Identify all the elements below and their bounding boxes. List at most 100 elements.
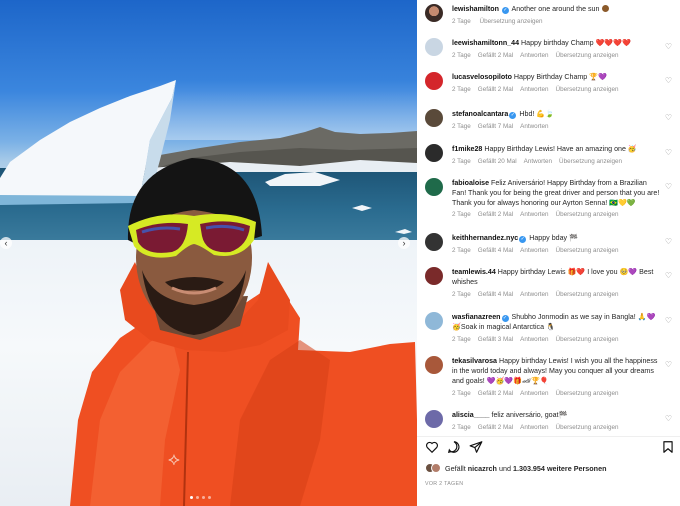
emoji-icon <box>601 5 609 12</box>
avatar[interactable] <box>425 38 443 56</box>
username-link[interactable]: aliscia____ <box>452 411 489 419</box>
caption-text: lewishamilton ✓ Another one around the s… <box>452 4 662 14</box>
translate-link[interactable]: Übersetzung anzeigen <box>556 336 619 343</box>
carousel-dot <box>208 496 211 499</box>
carousel-next-button[interactable]: › <box>398 237 410 249</box>
reply-link[interactable]: Antworten <box>520 86 548 93</box>
divider <box>417 436 680 437</box>
likes-count-link[interactable]: Gefällt 4 Mal <box>478 247 513 254</box>
likes-count-link[interactable]: Gefällt 20 Mal <box>478 158 517 165</box>
heart-icon[interactable]: ♡ <box>665 42 672 51</box>
verified-badge-icon: ✓ <box>501 7 509 14</box>
translate-link[interactable]: Übersetzung anzeigen <box>556 291 619 298</box>
verified-badge-icon: ✓ <box>509 112 517 119</box>
username-link[interactable]: leewishamiltonn_44 <box>452 39 519 47</box>
translate-link[interactable]: Übersetzung anzeigen <box>556 424 619 431</box>
avatar[interactable] <box>425 312 443 330</box>
heart-icon[interactable]: ♡ <box>665 113 672 122</box>
heart-icon[interactable]: ♡ <box>665 360 672 369</box>
reply-link[interactable]: Antworten <box>520 336 548 343</box>
likes-count-link[interactable]: Gefällt 2 Mal <box>478 424 513 431</box>
comment-meta: 2 Tage Gefällt 20 Mal Antworten Übersetzung… <box>452 158 623 165</box>
avatar[interactable] <box>425 233 443 251</box>
verified-badge-icon: ✓ <box>519 236 527 243</box>
username-link[interactable]: lewishamilton <box>452 5 499 13</box>
avatar[interactable] <box>425 178 443 196</box>
comments-list[interactable]: lewishamilton ✓ Another one around the s… <box>417 0 680 436</box>
comment-icon[interactable] <box>447 440 461 454</box>
share-icon[interactable] <box>469 440 483 454</box>
username-link[interactable]: f1mike28 <box>452 145 482 153</box>
likes-summary[interactable]: Gefällt nicazrch und 1.303.954 weitere P… <box>425 463 606 473</box>
comment-meta: 2 Tage Gefällt 2 Mal Antworten Übersetzung … <box>452 52 619 59</box>
username-link[interactable]: stefanoalcantara <box>452 110 508 118</box>
comment-text: Hbd! 💪🍃 <box>519 110 554 118</box>
avatar[interactable] <box>425 109 443 127</box>
reply-link[interactable]: Antworten <box>520 211 548 218</box>
comment-meta: 2 Tage Gefällt 2 Mal Antworten Übersetzung … <box>452 424 619 431</box>
comment-text: Happy birthday Champ ❤️❤️❤️❤️ <box>521 39 631 47</box>
bookmark-icon[interactable] <box>661 440 675 454</box>
post-photo[interactable]: ⟡ ‹ › <box>0 0 417 506</box>
comment-meta: 2 Tage Gefällt 2 Mal Antworten Übersetzung … <box>452 86 619 93</box>
reply-link[interactable]: Antworten <box>520 424 548 431</box>
heart-icon[interactable] <box>425 440 439 454</box>
reply-link[interactable]: Antworten <box>520 291 548 298</box>
reply-link[interactable]: Antworten <box>520 123 548 130</box>
comment-meta: 2 Tage Gefällt 2 Mal Antworten Übersetzung … <box>452 211 619 218</box>
likes-count-link[interactable]: Gefällt 3 Mal <box>478 336 513 343</box>
heart-icon[interactable]: ♡ <box>665 414 672 423</box>
comment-meta: 2 Tage Gefällt 3 Mal Antworten Übersetzung … <box>452 336 619 343</box>
heart-icon[interactable]: ♡ <box>665 182 672 191</box>
carousel-prev-button[interactable]: ‹ <box>0 237 12 249</box>
avatar[interactable] <box>425 267 443 285</box>
comment-text: feliz aniversário, goat🏁 <box>491 411 568 419</box>
avatar[interactable] <box>425 72 443 90</box>
likes-count[interactable]: 1.303.954 <box>513 464 545 473</box>
comment-text: Happy Birthday Champ 🏆💜 <box>513 73 607 81</box>
username-link[interactable]: lucasvelosopiloto <box>452 73 512 81</box>
likes-count-link[interactable]: Gefällt 2 Mal <box>478 390 513 397</box>
reply-link[interactable]: Antworten <box>520 52 548 59</box>
likes-count-link[interactable]: Gefällt 2 Mal <box>478 52 513 59</box>
translate-link[interactable]: Übersetzung anzeigen <box>556 86 619 93</box>
username-link[interactable]: wasfianazreen <box>452 313 501 321</box>
heart-icon[interactable]: ♡ <box>665 237 672 246</box>
avatar[interactable] <box>425 144 443 162</box>
comment-text: Happy bday 🏁 <box>529 234 578 242</box>
username-link[interactable]: tekasilvarosa <box>452 357 497 365</box>
avatar[interactable] <box>425 4 443 22</box>
comment-meta: 2 Tage Gefällt 4 Mal Antworten Übersetzung … <box>452 247 619 254</box>
verified-badge-icon: ✓ <box>501 315 509 322</box>
translate-link[interactable]: Übersetzung anzeigen <box>556 390 619 397</box>
carousel-dots <box>190 496 211 499</box>
username-link[interactable]: teamlewis.44 <box>452 268 496 276</box>
caption-meta: 2 Tage Übersetzung anzeigen <box>452 18 543 25</box>
translate-link[interactable]: Übersetzung anzeigen <box>480 18 543 25</box>
translate-link[interactable]: Übersetzung anzeigen <box>556 52 619 59</box>
chevron-right-icon: › <box>402 238 406 248</box>
likes-count-link[interactable]: Gefällt 2 Mal <box>478 86 513 93</box>
heart-icon[interactable]: ♡ <box>665 316 672 325</box>
carousel-dot <box>202 496 205 499</box>
avatar[interactable] <box>425 410 443 428</box>
username-link[interactable]: fabioaloise <box>452 179 489 187</box>
heart-icon[interactable]: ♡ <box>665 148 672 157</box>
avatar[interactable] <box>425 356 443 374</box>
carousel-dot <box>196 496 199 499</box>
likes-count-link[interactable]: Gefällt 2 Mal <box>478 211 513 218</box>
username-link[interactable]: nicazrch <box>468 464 497 473</box>
reply-link[interactable]: Antworten <box>520 390 548 397</box>
likes-count-link[interactable]: Gefällt 4 Mal <box>478 291 513 298</box>
likes-count-link[interactable]: Gefällt 7 Mal <box>478 123 513 130</box>
reply-link[interactable]: Antworten <box>520 247 548 254</box>
username-link[interactable]: keithhernandez.nyc <box>452 234 518 242</box>
translate-link[interactable]: Übersetzung anzeigen <box>556 247 619 254</box>
avatar <box>431 463 441 473</box>
reply-link[interactable]: Antworten <box>524 158 552 165</box>
heart-icon[interactable]: ♡ <box>665 271 672 280</box>
translate-link[interactable]: Übersetzung anzeigen <box>556 211 619 218</box>
comment-meta: 2 Tage Gefällt 7 Mal Antworten <box>452 123 549 130</box>
heart-icon[interactable]: ♡ <box>665 76 672 85</box>
translate-link[interactable]: Übersetzung anzeigen <box>559 158 622 165</box>
